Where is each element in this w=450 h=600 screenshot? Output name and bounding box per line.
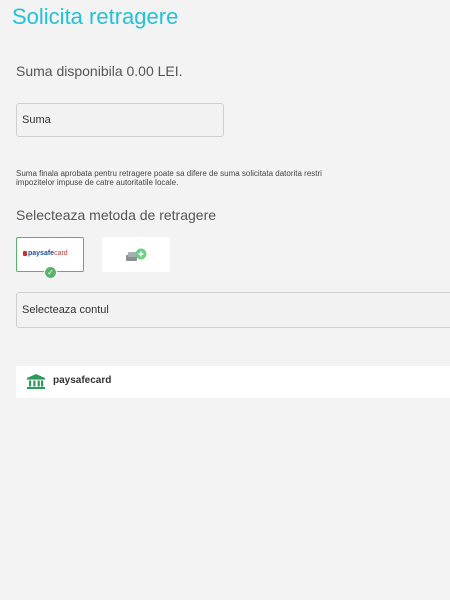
page-title: Solicita retragere <box>12 4 179 29</box>
withdraw-page: Solicita retragere Suma disponibila 0.00… <box>0 0 450 600</box>
lock-icon <box>23 251 27 256</box>
check-icon: ✓ <box>44 266 57 279</box>
bank-icon <box>27 374 45 389</box>
account-item-paysafecard[interactable]: paysafecard <box>16 366 450 398</box>
cash-hand-icon <box>126 248 147 261</box>
account-item-label: paysafecard <box>53 375 112 386</box>
method-option-cash[interactable] <box>102 237 170 272</box>
paysafecard-logo-text: paysafe <box>28 250 55 257</box>
paysafecard-logo: paysafecard <box>23 250 68 257</box>
withdrawal-note: Suma finala aprobata pentru retragere po… <box>16 169 450 187</box>
available-balance: Suma disponibila 0.00 LEI. <box>16 63 183 79</box>
method-heading: Selecteaza metoda de retragere <box>16 207 217 223</box>
withdrawal-note-line-1: Suma finala aprobata pentru retragere po… <box>16 169 322 178</box>
method-option-paysafecard[interactable]: paysafecard ✓ <box>16 237 84 279</box>
paysafecard-logo-accent: card <box>54 250 68 257</box>
amount-input[interactable] <box>16 103 224 137</box>
account-select[interactable]: Selecteaza contul <box>16 292 450 328</box>
withdrawal-note-line-2: impozitelor impuse de catre autoritatile… <box>16 178 179 187</box>
